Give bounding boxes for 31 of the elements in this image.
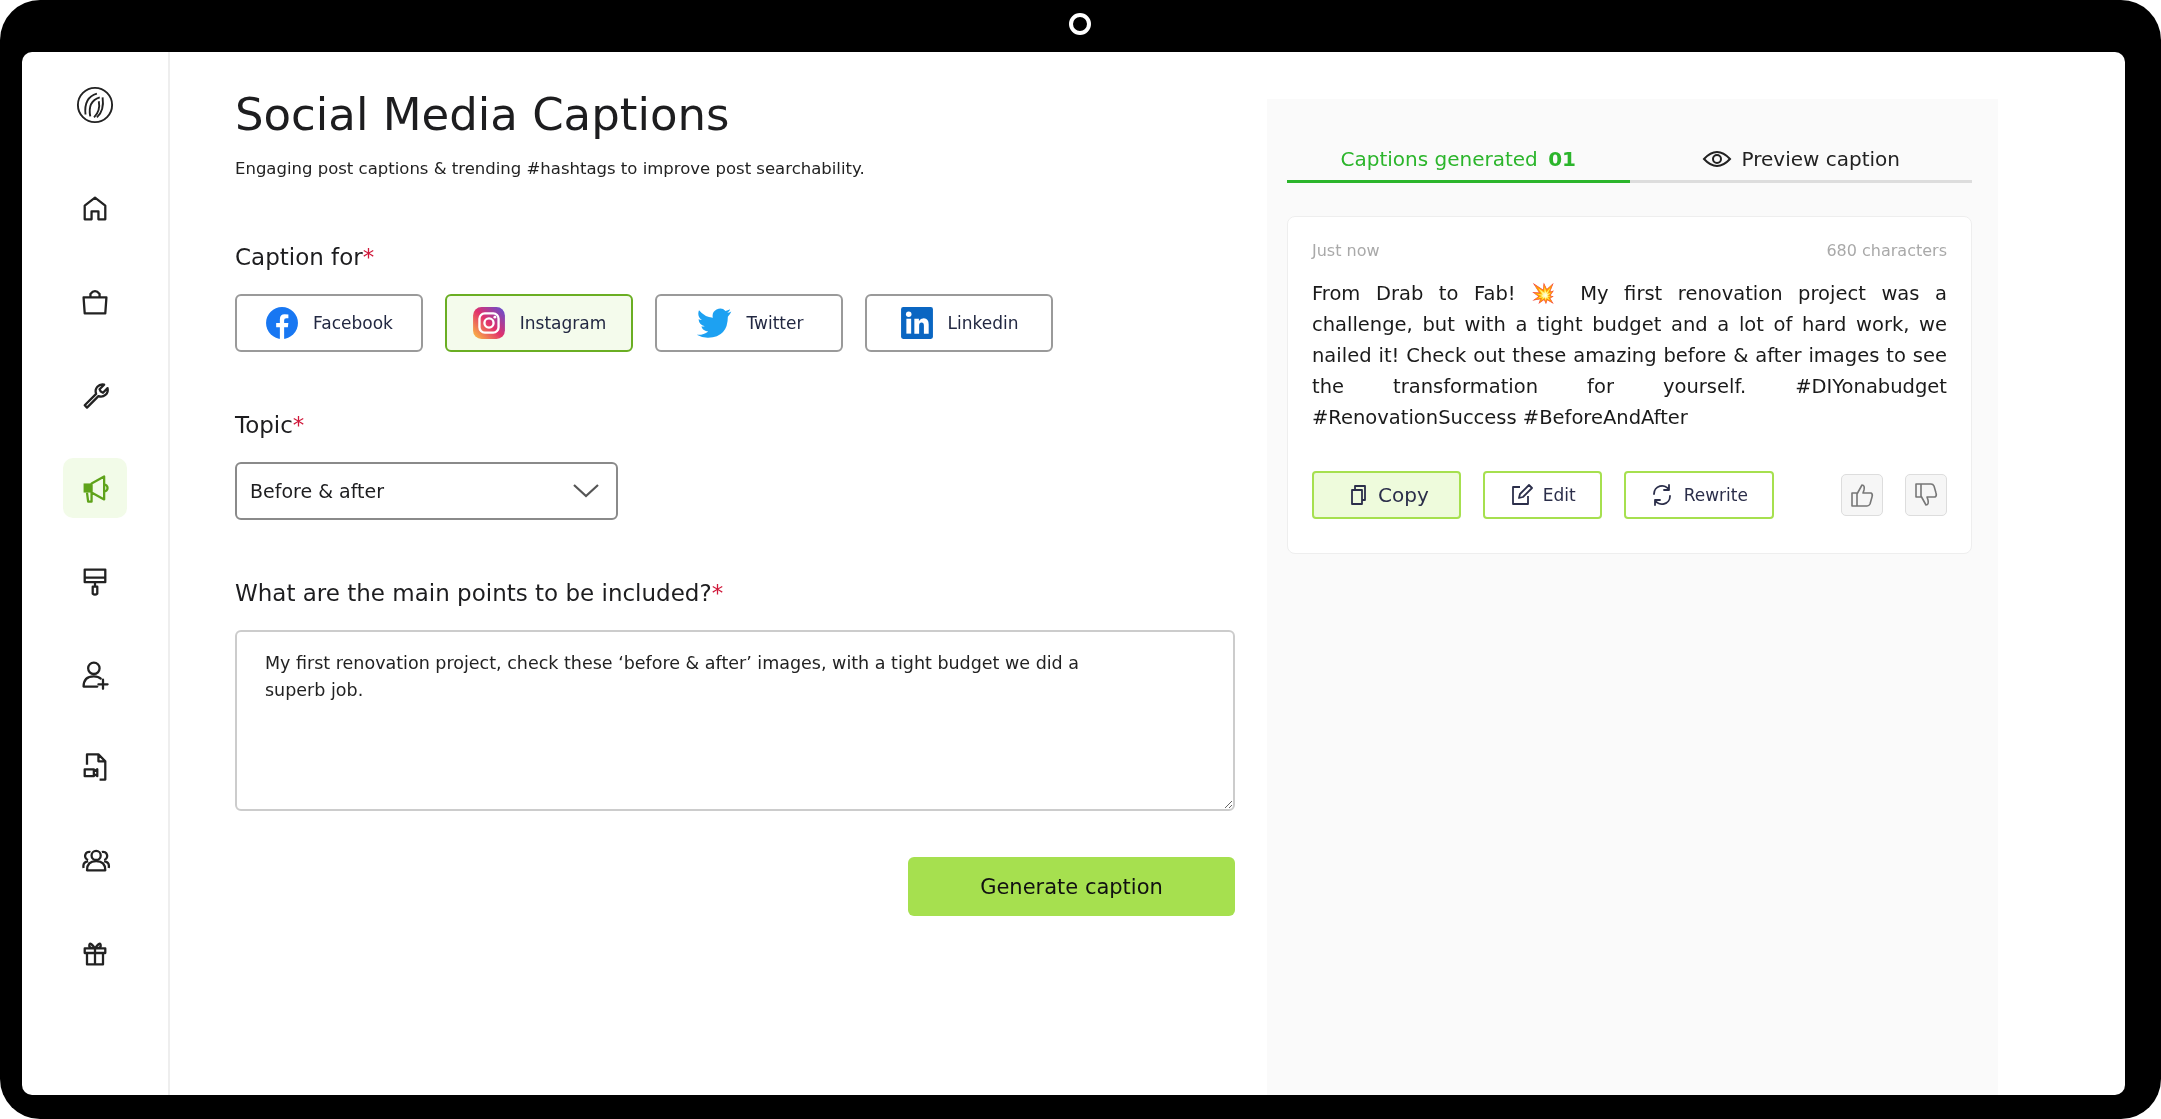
platform-button[interactable]: Linkedin [865, 294, 1053, 352]
facebook-icon [265, 306, 300, 340]
platform-button[interactable]: Instagram [445, 294, 633, 352]
page-title: Social Media Captions [235, 88, 731, 141]
instagram-icon [471, 306, 506, 340]
edit-button[interactable]: Edit [1482, 471, 1602, 519]
points-field[interactable]: My first renovation project, check these ‘before & after’ images, with a tight budget we did a superb job. [235, 630, 1235, 811]
character-count: 680 characters [1826, 241, 1947, 260]
caption-text: From Drab to Fab! 💥 My first renovation project was a challenge, but with a tight budget and a lot of hard work, we nailed it! Check out these amazing before & after images to see the transformation for yourself. #DIYonabudget #RenovationSuccess #BeforeAndAfter [1312, 281, 1947, 431]
camera-dot [1069, 13, 1091, 35]
thumbs-up-icon [1848, 481, 1876, 509]
linkedin-icon [899, 306, 934, 340]
platform-button[interactable]: Twitter [655, 294, 843, 352]
field-label: Caption for* [235, 244, 376, 270]
timestamp: Just now [1312, 241, 1380, 260]
platform-button[interactable]: Facebook [235, 294, 423, 352]
field-label: Topic* [235, 412, 306, 438]
thumbs-up-button[interactable] [1841, 474, 1883, 516]
eye-icon [1701, 148, 1732, 169]
generate-button[interactable]: Generate caption [908, 857, 1235, 916]
page-subtitle: Engaging post captions & trending #hashtags to improve post searchability. [235, 159, 866, 178]
topic-dropdown[interactable]: Before & after [235, 462, 618, 520]
field-label: What are the main points to be included?* [235, 580, 725, 606]
logo-icon [76, 86, 114, 124]
thumbs-down-icon [1912, 481, 1940, 509]
thumbs-down-button[interactable] [1905, 474, 1947, 516]
megaphone-icon[interactable] [63, 458, 127, 518]
rewrite-button[interactable]: Rewrite [1623, 471, 1774, 519]
chevron-down-icon [572, 483, 600, 499]
copy-button[interactable]: Copy [1312, 471, 1461, 519]
tab[interactable]: Preview caption [1629, 137, 1972, 183]
